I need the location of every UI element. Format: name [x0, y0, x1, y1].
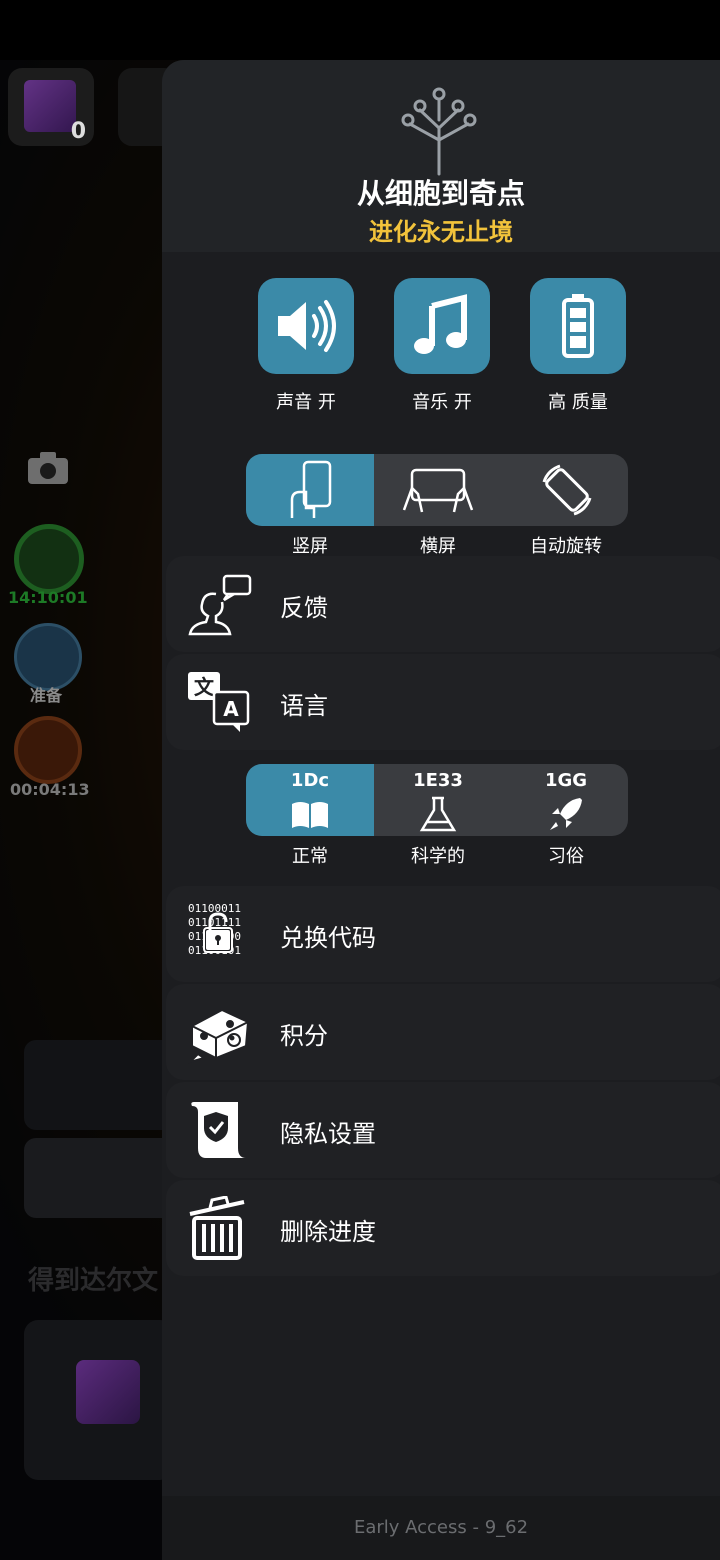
delete-progress-label: 删除进度	[280, 1218, 376, 1246]
sound-toggle-button[interactable]	[258, 278, 354, 374]
camera-icon	[28, 452, 68, 484]
music-toggle-button[interactable]	[394, 278, 490, 374]
privacy-settings-menu-item[interactable]: 隐私设置	[166, 1082, 720, 1178]
quality-toggle-button[interactable]	[530, 278, 626, 374]
credits-menu-item[interactable]: 积分	[166, 984, 720, 1080]
landscape-phone-icon	[402, 468, 474, 513]
rocket-icon	[550, 798, 582, 830]
cube-count: 0	[70, 119, 86, 144]
credits-label: 积分	[280, 1022, 328, 1050]
music-toggle-label: 音乐 开	[412, 392, 472, 413]
redeem-code-menu-item[interactable]: 01100011 01101111 01101100 01100101 兑换代码	[166, 886, 720, 982]
quality-toggle-label: 高 质量	[548, 392, 608, 413]
orientation-auto-rotate-label: 自动旋转	[530, 536, 602, 557]
background-button	[24, 1138, 174, 1218]
calendar-timer-text: 00:04:13	[10, 780, 90, 799]
number-format-custom-option[interactable]: 1GG	[502, 764, 628, 836]
privacy-scroll-icon	[191, 1102, 246, 1158]
app-title: 从细胞到奇点	[356, 177, 525, 210]
orientation-auto-rotate-option[interactable]	[502, 454, 628, 526]
trash-icon	[189, 1196, 245, 1260]
cube-icon	[24, 80, 76, 132]
feedback-label: 反馈	[280, 594, 328, 622]
purple-cube-icon	[76, 1360, 140, 1424]
svg-text:文: 文	[194, 675, 215, 699]
cheese-mouse-icon	[186, 1008, 250, 1064]
number-format-selector: 1Dc 1E33 1GG	[246, 764, 628, 836]
ghost-status-text: 准备	[30, 686, 63, 705]
delete-progress-menu-item[interactable]: 删除进度	[166, 1180, 720, 1276]
svg-text:A: A	[223, 697, 239, 721]
background-panel	[24, 1040, 174, 1130]
number-format-normal-option[interactable]: 1Dc	[246, 764, 374, 836]
orientation-landscape-option[interactable]	[374, 454, 502, 526]
background-heading: 得到达尔文	[28, 1266, 159, 1296]
privacy-settings-label: 隐私设置	[280, 1120, 376, 1148]
orientation-landscape-label: 横屏	[420, 536, 456, 557]
music-note-icon	[414, 294, 467, 354]
book-icon	[292, 802, 328, 828]
translate-icon: 文 A	[188, 672, 250, 732]
rotate-icon	[542, 464, 592, 516]
speedup-timer-text: 14:10:01	[8, 588, 88, 607]
redeem-code-label: 兑换代码	[280, 924, 376, 952]
orientation-portrait-label: 竖屏	[292, 536, 328, 557]
number-format-custom-value: 1GG	[544, 770, 588, 791]
speedup-timer-icon	[14, 524, 84, 594]
feedback-menu-item[interactable]: 反馈	[166, 556, 720, 652]
language-menu-item[interactable]: 文 A 语言	[166, 654, 720, 750]
sound-toggle-label: 声音 开	[276, 392, 336, 413]
app-subtitle: 进化永无止境	[369, 218, 513, 246]
binary-lock-icon: 01100011 01101111 01101100 01100101	[188, 902, 241, 957]
speaker-icon	[278, 300, 336, 352]
orientation-selector	[246, 454, 628, 526]
number-format-normal-label: 正常	[292, 846, 328, 867]
settings-drawer: 从细胞到奇点 进化永无止境 声音 开 音乐 开 高 质量 竖屏 横屏 自动旋转 …	[162, 60, 720, 1560]
flask-icon	[419, 796, 457, 832]
number-format-normal-value: 1Dc	[290, 770, 330, 791]
portrait-phone-icon	[290, 460, 332, 518]
orientation-portrait-option[interactable]	[246, 454, 374, 526]
calendar-icon	[14, 716, 82, 784]
feedback-person-icon	[188, 574, 252, 636]
number-format-scientific-value: 1E33	[413, 770, 463, 791]
version-text: Early Access - 9_62	[162, 1496, 720, 1560]
battery-icon	[562, 294, 594, 358]
drawer-header: 从细胞到奇点 进化永无止境	[162, 60, 720, 252]
ghost-icon	[14, 623, 82, 691]
evolution-tree-icon	[401, 87, 477, 176]
cube-resource-button[interactable]: 0	[8, 68, 94, 146]
number-format-custom-label: 习俗	[548, 846, 584, 867]
number-format-scientific-option[interactable]: 1E33	[374, 764, 502, 836]
number-format-scientific-label: 科学的	[411, 846, 465, 867]
language-label: 语言	[280, 692, 328, 720]
